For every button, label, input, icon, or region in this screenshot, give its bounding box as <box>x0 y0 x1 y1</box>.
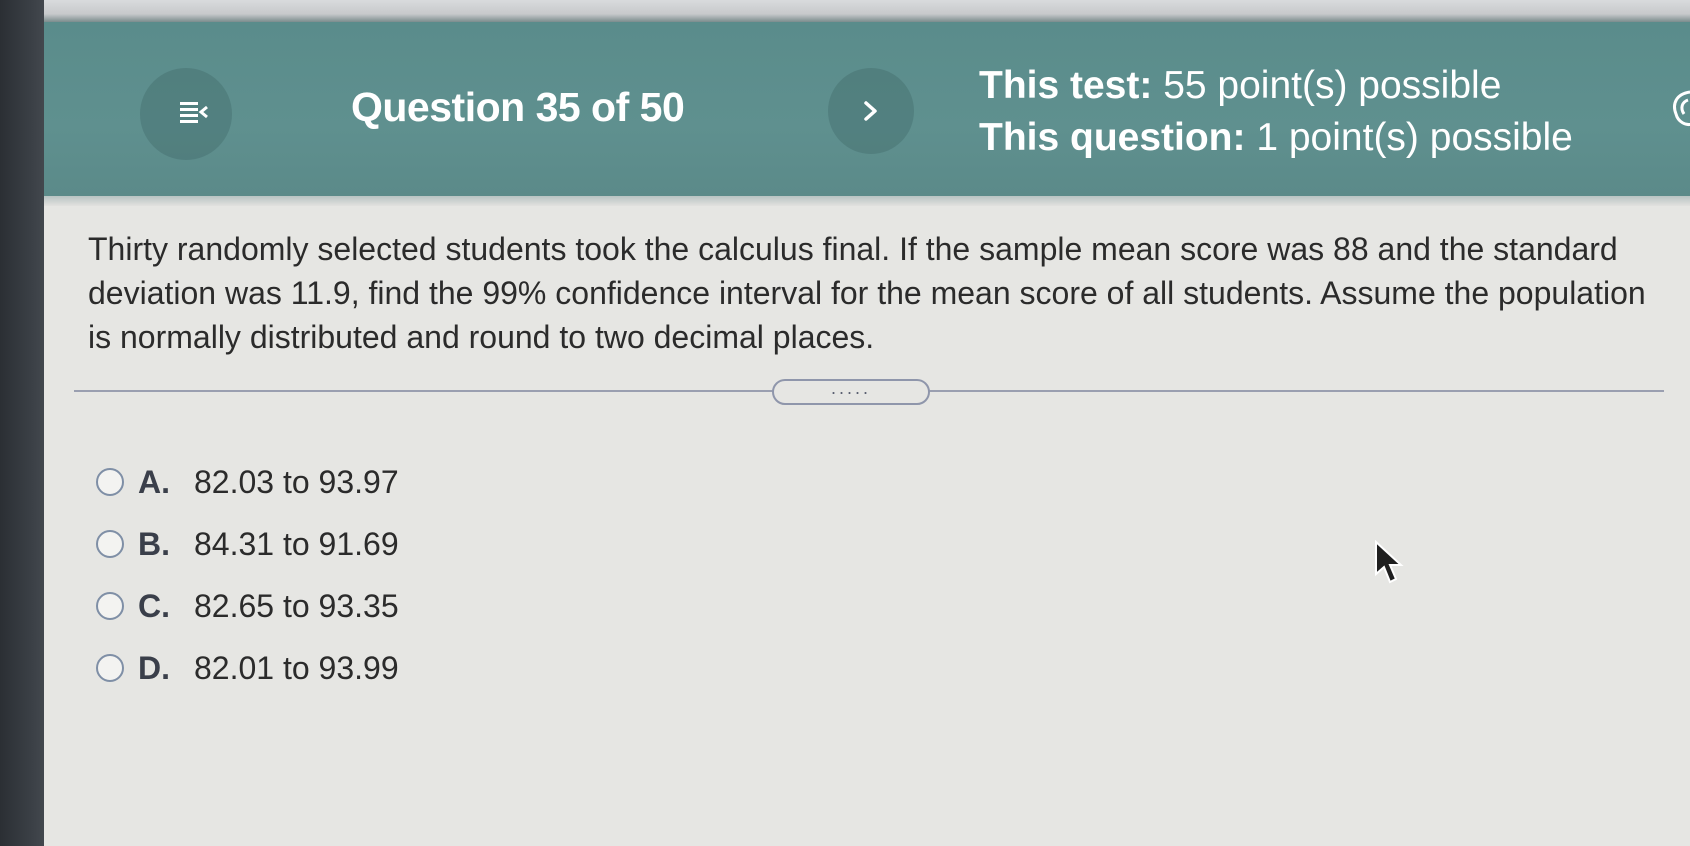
question-points: This question: 1 point(s) possible <box>979 112 1573 164</box>
next-question-button[interactable] <box>828 68 914 154</box>
radio-button[interactable] <box>96 468 124 496</box>
option-d[interactable]: D. 82.01 to 93.99 <box>96 648 399 688</box>
question-number-title: Question 35 of 50 <box>351 84 685 130</box>
divider-drag-handle[interactable]: ..... <box>772 379 930 405</box>
gear-icon[interactable] <box>1666 84 1690 134</box>
test-points-label: This test: <box>979 64 1153 107</box>
test-points-value: 55 point(s) possible <box>1163 64 1502 107</box>
option-letter: C. <box>138 587 170 624</box>
option-letter: D. <box>138 649 170 686</box>
option-b[interactable]: B. 84.31 to 91.69 <box>96 524 399 564</box>
menu-collapse-icon <box>180 102 208 123</box>
option-c[interactable]: C. 82.65 to 93.35 <box>96 586 399 626</box>
header-shadow <box>44 196 1690 206</box>
option-letter: A. <box>138 463 170 500</box>
test-points: This test: 55 point(s) possible <box>979 60 1573 112</box>
option-text: 82.01 to 93.99 <box>194 649 399 686</box>
browser-top-strip <box>44 0 1690 22</box>
points-info: This test: 55 point(s) possible This que… <box>979 60 1573 164</box>
mouse-cursor-icon <box>1375 540 1404 584</box>
question-header: Question 35 of 50 This test: 55 point(s)… <box>44 22 1690 196</box>
question-points-label: This question: <box>979 116 1246 159</box>
option-text: 82.65 to 93.35 <box>194 587 399 624</box>
quiz-screen: Question 35 of 50 This test: 55 point(s)… <box>44 22 1690 846</box>
question-menu-button[interactable] <box>140 68 232 160</box>
option-a[interactable]: A. 82.03 to 93.97 <box>96 462 399 502</box>
radio-button[interactable] <box>96 654 124 682</box>
question-points-value: 1 point(s) possible <box>1256 116 1573 159</box>
option-text: 84.31 to 91.69 <box>194 525 399 562</box>
question-text: Thirty randomly selected students took t… <box>88 231 1646 355</box>
radio-button[interactable] <box>96 530 124 558</box>
option-text: 82.03 to 93.97 <box>194 463 399 500</box>
chevron-right-icon <box>864 101 877 121</box>
option-letter: B. <box>138 525 170 562</box>
radio-button[interactable] <box>96 592 124 620</box>
